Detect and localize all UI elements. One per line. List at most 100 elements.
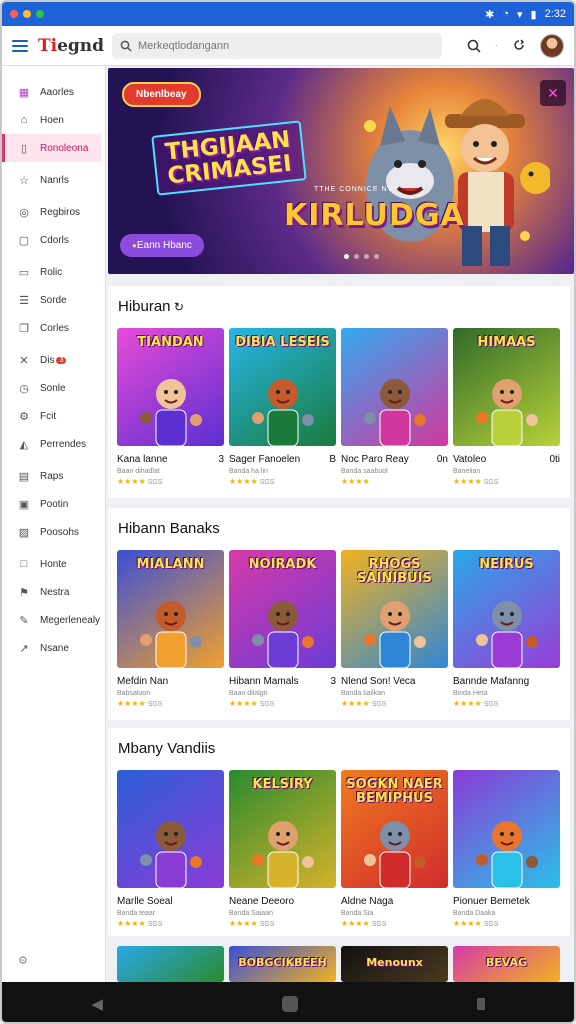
game-thumbnail[interactable]: NEIRUS — [453, 550, 560, 668]
game-card[interactable]: HIMAAS Vatoleo 0ti Banelian ★★★★ SGS — [453, 328, 560, 486]
sidebar-item[interactable]: ☰ Sorde — [2, 286, 105, 314]
app-logo[interactable]: Tiegnd — [38, 36, 104, 56]
sidebar-item-label: Aaorles — [40, 86, 74, 98]
character-illustration — [475, 601, 538, 668]
rating-count: SGS — [259, 921, 275, 928]
game-thumbnail[interactable]: BOBGCIKBEEH — [229, 946, 336, 982]
game-card[interactable]: RHOGS SAINIBUIS Nlend Son! Veca Banda Iiai… — [341, 550, 448, 708]
main-content: Nbenlbeay ✕ THGIJAAN CRIMASEI TTHE CONNI… — [106, 66, 574, 982]
avatar[interactable] — [540, 33, 564, 58]
home-button[interactable] — [281, 996, 298, 1012]
sidebar-item[interactable]: ◎ Regbiros — [2, 198, 105, 226]
rating-stars: ★★★★ SGS — [117, 919, 163, 928]
game-title: Nlend Son! Veca — [341, 676, 416, 687]
hero-banner[interactable]: Nbenlbeay ✕ THGIJAAN CRIMASEI TTHE CONNI… — [108, 68, 574, 274]
close-window-icon[interactable] — [10, 10, 18, 18]
carousel-dot[interactable] — [354, 254, 359, 259]
peek-section: BOBGCIKBEEH Menounx BEVAG — [108, 942, 570, 982]
game-thumbnail[interactable]: Menounx — [341, 946, 448, 982]
rating-stars: ★★★★ SGS — [117, 477, 163, 486]
game-card[interactable]: MIALANN Mefdin Nan Babsaluon ★★★★ SGS — [117, 550, 224, 708]
sidebar-item[interactable]: ▯ Ronoleona — [2, 134, 101, 162]
notification-icon[interactable] — [512, 38, 526, 53]
rating-stars: ★★★★ SGS — [453, 699, 499, 708]
bluetooth-icon: ✱ — [485, 8, 495, 21]
sidebar-item[interactable]: □ Honte — [2, 550, 105, 578]
game-card[interactable]: Pionuer Bemetek Banda Daaka ★★★★ SGS — [453, 770, 560, 928]
game-card[interactable]: TIANDAN Kana lanne 3 Baan dihadlat ★★★★ SGS — [117, 328, 224, 486]
sidebar-item[interactable]: ✕ Dis 3 — [2, 346, 105, 374]
game-card[interactable]: DIBIA LESEIS Sager Fanoelen B Banda ha lin ★… — [229, 328, 336, 486]
sidebar-item[interactable]: ▤ Raps — [2, 462, 105, 490]
game-thumbnail[interactable]: SOGKN NAER BEMIPHUS — [341, 770, 448, 888]
game-card[interactable]: Noc Paro Reay 0n Banda saabuol ★★★★ — [341, 328, 448, 486]
carousel-dots[interactable] — [344, 254, 379, 259]
sidebar-item-label: Cdorls — [40, 234, 69, 246]
game-thumbnail[interactable]: TIANDAN — [117, 328, 224, 446]
game-thumbnail[interactable]: HIMAAS — [453, 328, 560, 446]
hero-tag[interactable]: Nbenlbeay — [122, 82, 201, 107]
character-illustration — [475, 821, 538, 888]
search-input[interactable] — [138, 39, 418, 52]
sidebar-item[interactable]: ⚙ Fcit — [2, 402, 105, 430]
sidebar-item[interactable]: ◷ Sonle — [2, 374, 105, 402]
maximize-window-icon[interactable] — [36, 10, 44, 18]
game-card[interactable]: Marlle Soeal Banda teaar ★★★★ SGS — [117, 770, 224, 928]
back-button[interactable]: ◀ — [91, 995, 103, 1013]
game-card[interactable]: NEIRUS Bannde Mafanng Binda Heta ★★★★ SGS — [453, 550, 560, 708]
sidebar-item[interactable]: ▭ Rolic — [2, 258, 105, 286]
sidebar-item[interactable]: ⚑ Nestra — [2, 578, 105, 606]
alarm-icon: ◔ — [502, 8, 509, 20]
sidebar-item[interactable]: ✎ Megerlenealy — [2, 606, 105, 634]
refresh-icon[interactable]: ↻ — [171, 300, 184, 314]
sidebar-item[interactable]: ▣ Pootin — [2, 490, 105, 518]
game-thumbnail[interactable] — [117, 946, 224, 982]
carousel-dot[interactable] — [374, 254, 379, 259]
game-thumbnail[interactable]: MIALANN — [117, 550, 224, 668]
sidebar-item[interactable]: ❐ Corles — [2, 314, 105, 342]
sidebar-item[interactable]: ↗ Nsane — [2, 634, 105, 662]
game-card[interactable]: NOIRADK Hibann Mamals 3 Baan dilalgn ★★★★ SGS — [229, 550, 336, 708]
sidebar: ▦ Aaorles ⌂ Hoen ▯ Ronoleona ☆ Nanrls ◎ Regbiros ▢… — [2, 66, 106, 982]
sidebar-item[interactable]: ⌂ Hoen — [2, 106, 105, 134]
sidebar-item-label: Nsane — [40, 642, 69, 654]
game-thumbnail[interactable] — [341, 328, 448, 446]
circle-icon: ◎ — [19, 206, 29, 219]
sidebar-item[interactable]: ▦ Aaorles — [2, 78, 105, 106]
search-box[interactable] — [112, 32, 442, 59]
game-thumbnail[interactable]: NOIRADK — [229, 550, 336, 668]
game-thumbnail[interactable] — [117, 770, 224, 888]
game-card[interactable]: SOGKN NAER BEMIPHUS Aldne Naga Banda Sia ★★… — [341, 770, 448, 928]
rating-stars: ★★★★ SGS — [453, 477, 499, 486]
carousel-dot[interactable] — [344, 254, 349, 259]
search-button-icon[interactable] — [467, 39, 481, 53]
minimize-window-icon[interactable] — [23, 10, 31, 18]
game-subtitle: Baan dihadlat — [117, 468, 160, 475]
star-icon: ☆ — [19, 174, 29, 187]
game-thumbnail[interactable]: KELSIRY — [229, 770, 336, 888]
recents-button[interactable] — [476, 998, 485, 1010]
section-title: Hibann Banaks — [118, 520, 220, 537]
game-thumbnail[interactable]: RHOGS SAINIBUIS — [341, 550, 448, 668]
thumbnail-title: TIANDAN — [137, 335, 204, 350]
game-subtitle: Banda teaar — [117, 910, 156, 917]
sidebar-item[interactable]: ▢ Cdorls — [2, 226, 105, 254]
thumbnail-title: BOBGCIKBEEH — [238, 956, 327, 969]
menu-icon[interactable] — [12, 39, 28, 52]
game-title: Neane Deeoro — [229, 896, 295, 907]
game-thumbnail[interactable] — [453, 770, 560, 888]
game-card[interactable]: KELSIRY Neane Deeoro Banda Saiaan ★★★★ SGS — [229, 770, 336, 928]
sidebar-item[interactable]: ◭ Perrendes — [2, 430, 105, 458]
game-title: Hibann Mamals — [229, 676, 299, 687]
game-thumbnail[interactable]: BEVAG — [453, 946, 560, 982]
more-dot-icon[interactable]: · — [495, 40, 498, 51]
sidebar-item[interactable]: ▨ Poosohs — [2, 518, 105, 546]
hero-cta-button[interactable]: Eann Hbanc — [120, 234, 204, 257]
settings-icon[interactable]: ⚙ — [18, 954, 28, 967]
thumbnail-title: MIALANN — [136, 557, 205, 572]
close-banner-icon[interactable]: ✕ — [540, 80, 566, 106]
carousel-dot[interactable] — [364, 254, 369, 259]
game-thumbnail[interactable]: DIBIA LESEIS — [229, 328, 336, 446]
sidebar-item[interactable]: ☆ Nanrls — [2, 166, 105, 194]
thumbnail-title: Menounx — [366, 956, 423, 969]
